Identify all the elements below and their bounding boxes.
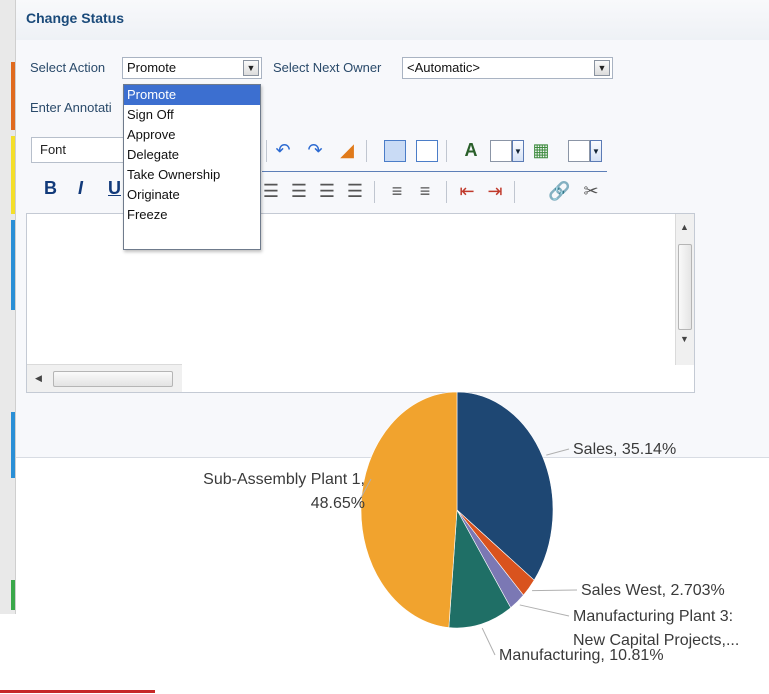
bullet-list-icon[interactable]: ≡ <box>386 180 408 202</box>
font-color-swatch[interactable] <box>490 140 512 162</box>
italic-button[interactable]: I <box>78 178 83 199</box>
option-originate[interactable]: Originate <box>124 185 260 205</box>
leader-line <box>532 589 578 592</box>
left-edge-strip <box>0 0 16 614</box>
underline-button[interactable]: U <box>108 178 121 199</box>
toolbar-separator <box>266 140 267 162</box>
undo-icon[interactable]: ↶ <box>272 139 294 161</box>
option-promote[interactable]: Promote <box>124 85 260 105</box>
source-mode-icon[interactable] <box>416 140 438 162</box>
edge-marker-blue-2 <box>11 412 15 478</box>
panel-title: Change Status <box>26 10 125 26</box>
scroll-down-icon[interactable]: ▼ <box>680 334 689 344</box>
scroll-up-icon[interactable]: ▲ <box>680 222 689 232</box>
background-color-icon[interactable]: ▦ <box>530 139 552 161</box>
toolbar-separator <box>366 140 367 162</box>
toolbar-separator <box>514 181 515 203</box>
select-next-owner-dropdown[interactable]: <Automatic> ▼ <box>402 57 613 79</box>
chevron-down-icon[interactable]: ▼ <box>243 60 259 76</box>
indent-icon[interactable]: ⇥ <box>484 180 506 202</box>
align-left-icon[interactable]: ☰ <box>260 180 282 202</box>
toolbar-separator <box>374 181 375 203</box>
chevron-down-icon[interactable]: ▼ <box>512 140 524 162</box>
option-sign-off[interactable]: Sign Off <box>124 105 260 125</box>
chevron-down-icon[interactable]: ▼ <box>594 60 610 76</box>
slice-sub-assembly-plant-1[interactable] <box>360 391 458 628</box>
action-options-list[interactable]: Promote Sign Off Approve Delegate Take O… <box>123 84 261 250</box>
chevron-down-icon[interactable]: ▼ <box>590 140 602 162</box>
rich-text-mode-icon[interactable] <box>384 140 406 162</box>
leader-line <box>481 627 496 656</box>
scroll-left-icon[interactable]: ◀ <box>35 373 42 384</box>
edge-marker-blue <box>11 220 15 310</box>
bold-button[interactable]: B <box>44 178 57 199</box>
align-center-icon[interactable]: ☰ <box>288 180 310 202</box>
label-sales-west: Sales West, 2.703% <box>581 582 725 599</box>
panel-header <box>16 0 769 40</box>
toolbar-separator <box>446 140 447 162</box>
pie-chart: Sales, 35.14% Sales West, 2.703% Manufactu… <box>203 391 739 664</box>
option-take-ownership[interactable]: Take Ownership <box>124 165 260 185</box>
font-color-icon[interactable]: A <box>460 139 482 161</box>
background-color-swatch[interactable] <box>568 140 590 162</box>
eraser-icon[interactable]: ◢ <box>336 139 358 161</box>
option-approve[interactable]: Approve <box>124 125 260 145</box>
unlink-icon[interactable]: ✂ <box>580 180 602 202</box>
select-action-value: Promote <box>127 60 177 75</box>
label-manufacturing-plant-3: Manufacturing Plant 3: New Capital Projec… <box>573 608 739 649</box>
option-delegate[interactable]: Delegate <box>124 145 260 165</box>
toolbar-divider <box>262 171 607 172</box>
leader-line <box>546 448 570 456</box>
align-right-icon[interactable]: ☰ <box>316 180 338 202</box>
label-manufacturing: Manufacturing, 10.81% <box>499 647 664 664</box>
outdent-icon[interactable]: ⇤ <box>456 180 478 202</box>
leader-line <box>519 604 570 617</box>
select-action-label: Select Action <box>30 60 106 75</box>
annotation-label: Enter Annotati <box>30 100 112 115</box>
redo-icon[interactable]: ↷ <box>304 139 326 161</box>
select-action-dropdown[interactable]: Promote ▼ <box>122 57 262 79</box>
label-sub-assembly-plant-1: Sub-Assembly Plant 1, 48.65% <box>203 471 365 512</box>
select-next-owner-label: Select Next Owner <box>273 60 382 75</box>
edge-marker-green <box>11 580 15 610</box>
label-sales: Sales, 35.14% <box>573 441 676 458</box>
red-underline <box>0 690 155 693</box>
numbered-list-icon[interactable]: ≡ <box>414 180 436 202</box>
edge-marker-orange <box>11 62 15 130</box>
font-select[interactable]: Font <box>31 137 127 163</box>
select-next-owner-value: <Automatic> <box>407 60 480 75</box>
vertical-scrollbar[interactable]: ▲ ▼ <box>675 214 694 365</box>
link-icon[interactable]: 🔗 <box>548 180 570 202</box>
edge-marker-yellow <box>11 136 15 214</box>
align-justify-icon[interactable]: ☰ <box>344 180 366 202</box>
scrollbar-thumb[interactable] <box>678 244 692 330</box>
option-freeze[interactable]: Freeze <box>124 205 260 225</box>
toolbar-separator <box>446 181 447 203</box>
